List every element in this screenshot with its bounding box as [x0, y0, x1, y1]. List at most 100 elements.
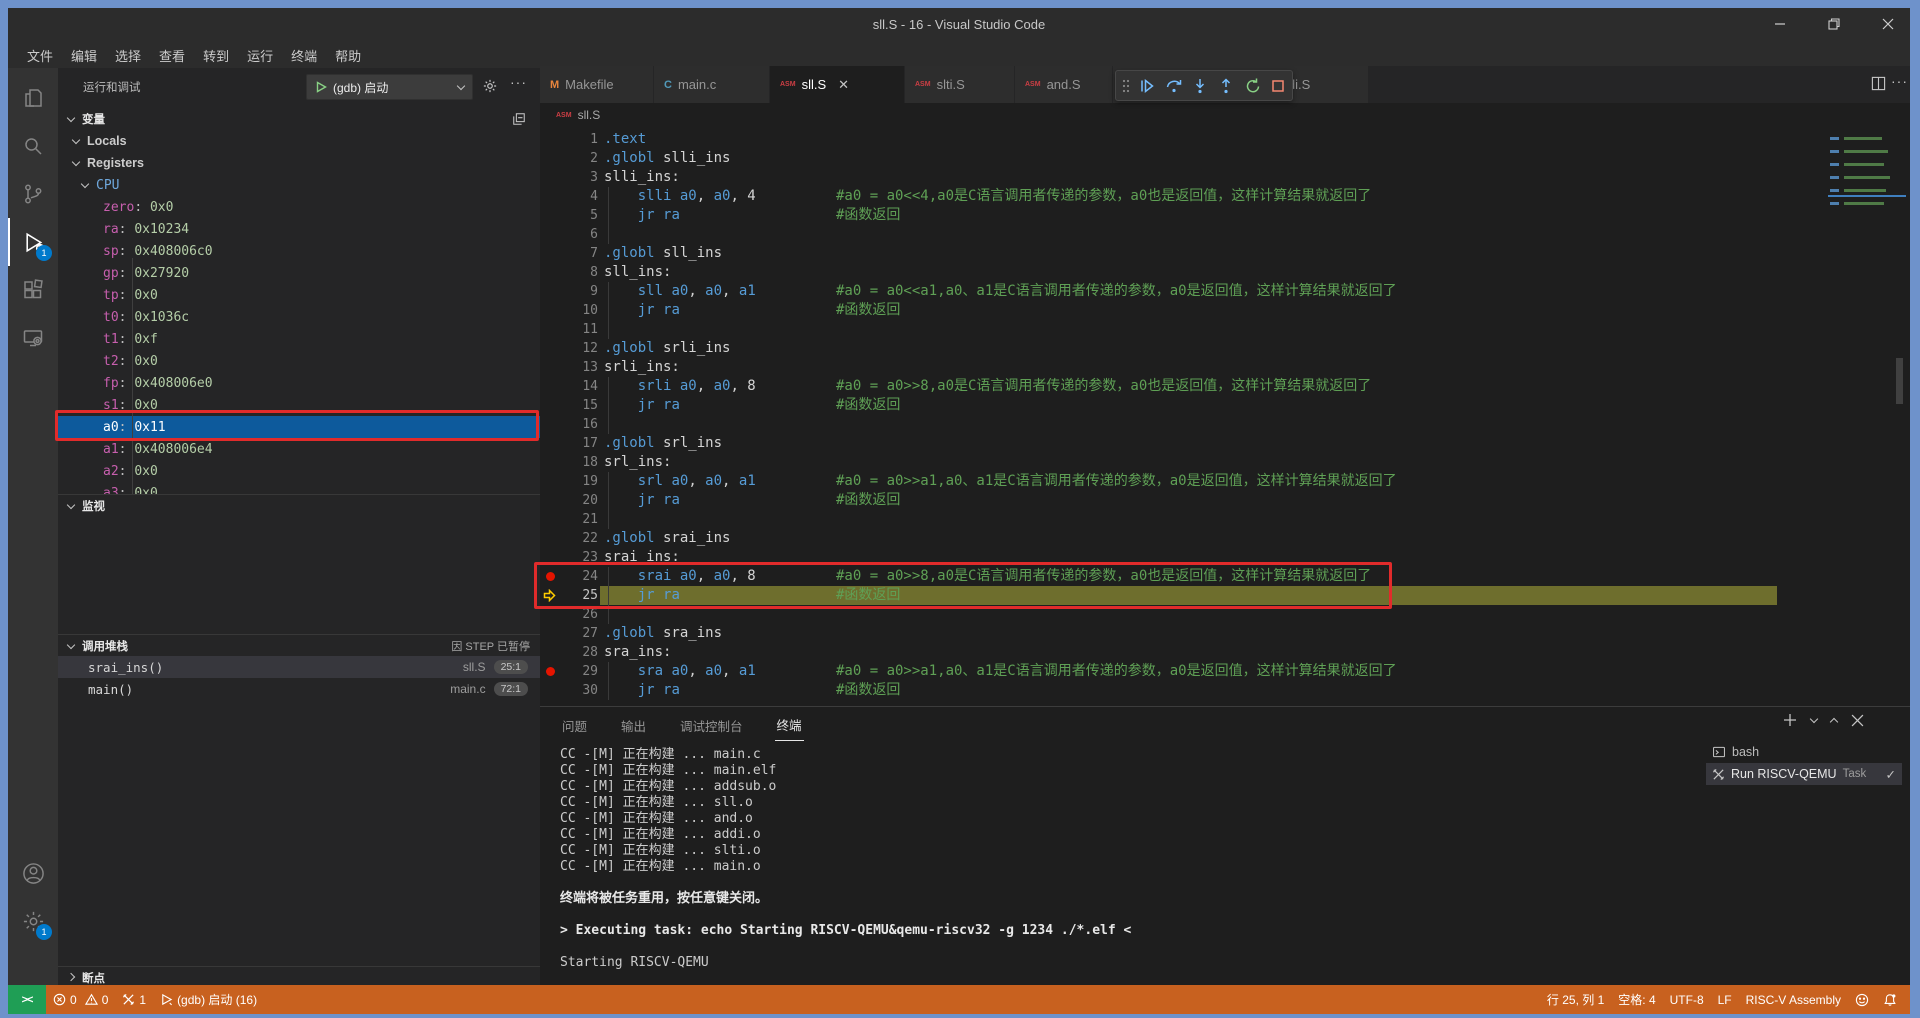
editor-scrollbar[interactable]: [1896, 358, 1903, 404]
terminal-list-item-Run RISCV-QEMU[interactable]: Run RISCV-QEMU Task ✓: [1706, 763, 1902, 785]
encoding-status[interactable]: UTF-8: [1663, 993, 1711, 1007]
stack-frame-1[interactable]: srai_ins() sll.S 25:1: [58, 656, 540, 678]
menu-item-1[interactable]: 编辑: [62, 46, 106, 65]
terminal-list-item-bash[interactable]: bash: [1706, 741, 1902, 763]
code-line-6[interactable]: 6: [540, 225, 1902, 244]
menu-item-3[interactable]: 查看: [150, 46, 194, 65]
run-and-debug-icon[interactable]: 1: [8, 218, 58, 266]
new-terminal-icon[interactable]: [1783, 713, 1797, 727]
terminal-dropdown-icon[interactable]: [1809, 714, 1819, 723]
code-line-28[interactable]: 28 sra_ins:: [540, 643, 1902, 662]
panel-tab-调试控制台[interactable]: 调试控制台: [678, 708, 745, 741]
panel-tab-输出[interactable]: 输出: [619, 708, 648, 741]
menu-item-5[interactable]: 运行: [238, 46, 282, 65]
debug-session-status[interactable]: (gdb) 启动 (16): [153, 985, 264, 1014]
language-mode-status[interactable]: RISC-V Assembly: [1739, 993, 1848, 1007]
menu-item-0[interactable]: 文件: [18, 46, 62, 65]
minimize-button[interactable]: [1768, 12, 1792, 36]
tab-main.c[interactable]: Cmain.c: [654, 66, 770, 103]
register-a3[interactable]: a3: 0x0: [58, 482, 540, 495]
register-t2[interactable]: t2: 0x0: [58, 350, 540, 372]
tab-sll.S[interactable]: ASM sll.S ✕: [770, 66, 905, 103]
extensions-icon[interactable]: [8, 266, 58, 314]
code-line-2[interactable]: 2 .globl slli_ins: [540, 149, 1902, 168]
collapse-all-icon[interactable]: [512, 112, 526, 126]
minimap[interactable]: [1828, 137, 1906, 223]
tree-group-cpu[interactable]: CPU: [58, 174, 540, 196]
stack-frame-2[interactable]: main() main.c 72:1: [58, 678, 540, 700]
code-line-18[interactable]: 18 srl_ins:: [540, 453, 1902, 472]
callstack-section-header[interactable]: 调用堆栈 因 STEP 已暂停: [58, 634, 540, 656]
tab-and.S[interactable]: ASM and.S: [1015, 66, 1113, 103]
code-line-8[interactable]: 8 sll_ins:: [540, 263, 1902, 282]
more-actions-icon[interactable]: ···: [510, 74, 527, 90]
explorer-icon[interactable]: [8, 74, 58, 122]
panel-tab-终端[interactable]: 终端: [774, 707, 804, 741]
tab-Makefile[interactable]: M Makefile: [540, 66, 654, 103]
code-line-7[interactable]: 7 .globl sll_ins: [540, 244, 1902, 263]
watch-section-header[interactable]: 监视: [58, 494, 540, 516]
code-line-4[interactable]: 4 slli a0, a0, 4 #a0 = a0<<4,a0是C语言调用者传递的…: [540, 187, 1902, 206]
breadcrumb[interactable]: ASM sll.S: [540, 103, 1910, 127]
register-a2[interactable]: a2: 0x0: [58, 460, 540, 482]
code-line-15[interactable]: 15 jr ra #函数返回: [540, 396, 1902, 415]
register-t0[interactable]: t0: 0x1036c: [58, 306, 540, 328]
toolbar-drag-grip[interactable]: [1122, 78, 1130, 94]
code-line-20[interactable]: 20 jr ra #函数返回: [540, 491, 1902, 510]
step-over-icon[interactable]: [1165, 77, 1183, 95]
problems-status[interactable]: 0 0: [46, 985, 115, 1014]
tree-group-locals[interactable]: Locals: [58, 130, 540, 152]
search-icon[interactable]: [8, 122, 58, 170]
register-tp[interactable]: tp: 0x0: [58, 284, 540, 306]
code-line-13[interactable]: 13 srli_ins:: [540, 358, 1902, 377]
editor-more-actions-icon[interactable]: ···: [1891, 73, 1908, 89]
register-a1[interactable]: a1: 0x408006e4: [58, 438, 540, 460]
account-icon[interactable]: [8, 849, 58, 897]
register-ra[interactable]: ra: 0x10234: [58, 218, 540, 240]
register-zero[interactable]: zero: 0x0: [58, 196, 540, 218]
close-window-button[interactable]: [1876, 12, 1900, 36]
menu-item-6[interactable]: 终端: [282, 46, 326, 65]
code-line-1[interactable]: 1 .text: [540, 130, 1902, 149]
code-line-3[interactable]: 3 slli_ins:: [540, 168, 1902, 187]
register-t1[interactable]: t1: 0xf: [58, 328, 540, 350]
source-control-icon[interactable]: [8, 170, 58, 218]
running-tasks-status[interactable]: 1: [115, 985, 153, 1014]
cursor-position-status[interactable]: 行 25, 列 1: [1540, 991, 1611, 1008]
code-line-30[interactable]: 30 jr ra #函数返回: [540, 681, 1902, 700]
code-line-12[interactable]: 12 .globl srli_ins: [540, 339, 1902, 358]
menu-item-2[interactable]: 选择: [106, 46, 150, 65]
eol-status[interactable]: LF: [1711, 993, 1739, 1007]
code-line-21[interactable]: 21: [540, 510, 1902, 529]
code-line-22[interactable]: 22 .globl srai_ins: [540, 529, 1902, 548]
code-line-19[interactable]: 19 srl a0, a0, a1 #a0 = a0>>a1,a0、a1是C语言调…: [540, 472, 1902, 491]
remote-indicator[interactable]: ><: [8, 985, 46, 1014]
code-line-29[interactable]: 29 sra a0, a0, a1 #a0 = a0>>a1,a0、a1是C语言调…: [540, 662, 1902, 681]
maximize-panel-icon[interactable]: [1829, 717, 1839, 726]
notifications-bell-icon[interactable]: [1876, 993, 1904, 1007]
panel-tab-问题[interactable]: 问题: [560, 708, 589, 741]
debug-settings-gear-icon[interactable]: [482, 78, 498, 94]
restore-button[interactable]: [1822, 12, 1846, 36]
variables-section-header[interactable]: 变量: [58, 108, 540, 130]
continue-icon[interactable]: [1138, 77, 1156, 95]
menu-item-7[interactable]: 帮助: [326, 46, 370, 65]
launch-config-dropdown[interactable]: (gdb) 启动: [306, 74, 473, 100]
menu-item-4[interactable]: 转到: [194, 46, 238, 65]
register-fp[interactable]: fp: 0x408006e0: [58, 372, 540, 394]
indentation-status[interactable]: 空格: 4: [1611, 991, 1662, 1008]
feedback-icon[interactable]: [1848, 993, 1876, 1007]
step-into-icon[interactable]: [1191, 77, 1209, 95]
register-gp[interactable]: gp: 0x27920: [58, 262, 540, 284]
tab-slti.S[interactable]: ASM slti.S: [905, 66, 1015, 103]
code-line-14[interactable]: 14 srli a0, a0, 8 #a0 = a0>>8,a0是C语言调用者传递…: [540, 377, 1902, 396]
terminal-output[interactable]: CC -[M] 正在构建 ... main.c CC -[M] 正在构建 ... …: [560, 747, 1131, 971]
code-line-9[interactable]: 9 sll a0, a0, a1 #a0 = a0<<a1,a0、a1是C语言调用…: [540, 282, 1902, 301]
code-line-11[interactable]: 11: [540, 320, 1902, 339]
restart-icon[interactable]: [1244, 77, 1262, 95]
code-line-5[interactable]: 5 jr ra #函数返回: [540, 206, 1902, 225]
code-line-16[interactable]: 16: [540, 415, 1902, 434]
register-sp[interactable]: sp: 0x408006c0: [58, 240, 540, 262]
code-line-10[interactable]: 10 jr ra #函数返回: [540, 301, 1902, 320]
stop-icon[interactable]: [1270, 78, 1286, 94]
